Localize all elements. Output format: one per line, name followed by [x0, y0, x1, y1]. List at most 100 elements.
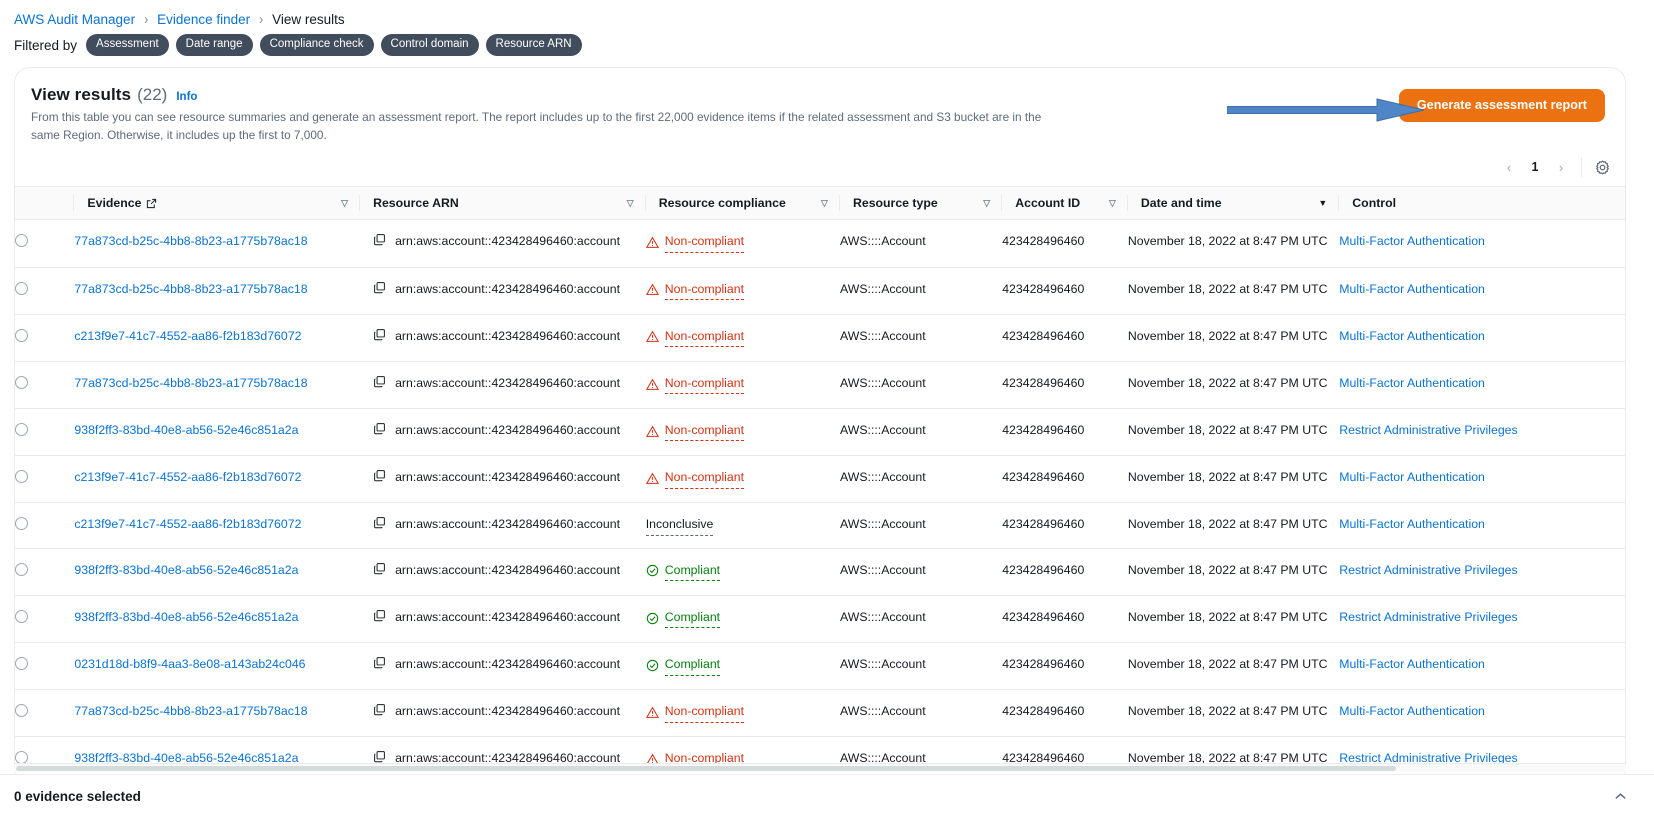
control-link[interactable]: Multi-Factor Authentication: [1339, 704, 1485, 718]
sort-caret-account-id[interactable]: ▽: [1109, 198, 1122, 209]
row-radio[interactable]: [15, 234, 28, 248]
status-badge: Non-compliant: [645, 702, 745, 723]
table-row[interactable]: c213f9e7-41c7-4552-aa86-f2b183d76072 arn:…: [15, 455, 1625, 504]
control-link[interactable]: Multi-Factor Authentication: [1339, 517, 1485, 531]
generate-assessment-report-button[interactable]: Generate assessment report: [1398, 89, 1605, 122]
row-select-cell: [15, 642, 75, 691]
filter-pill-assessment[interactable]: Assessment: [86, 34, 169, 56]
table-row[interactable]: c213f9e7-41c7-4552-aa86-f2b183d76072 arn:…: [15, 502, 1625, 549]
control-link[interactable]: Restrict Administrative Privileges: [1339, 423, 1517, 437]
page-root: AWS Audit Manager › Evidence finder › Vi…: [0, 0, 1654, 818]
column-header-date-and-time[interactable]: Date and time ▼: [1127, 187, 1340, 221]
breadcrumb-item-evidence-finder[interactable]: Evidence finder: [157, 12, 250, 27]
evidence-cell: c213f9e7-41c7-4552-aa86-f2b183d76072: [74, 455, 361, 504]
column-header-account-id[interactable]: Account ID ▽: [1002, 187, 1128, 221]
results-table: Evidence ▽ Resource ARN ▽ Resource compl…: [15, 187, 1625, 785]
evidence-link[interactable]: 0231d18d-b8f9-4aa3-8e08-a143ab24c046: [74, 657, 305, 671]
table-row[interactable]: 77a873cd-b25c-4bb8-8b23-a1775b78ac18 arn:…: [15, 219, 1625, 268]
row-radio[interactable]: [15, 657, 28, 671]
sort-caret-resource-arn[interactable]: ▽: [627, 198, 640, 209]
row-radio[interactable]: [15, 328, 28, 342]
table-row[interactable]: 938f2ff3-83bd-40e8-ab56-52e46c851a2a arn:…: [15, 408, 1625, 457]
evidence-link[interactable]: c213f9e7-41c7-4552-aa86-f2b183d76072: [74, 329, 301, 343]
column-header-resource-type-label: Resource type: [852, 196, 938, 211]
copy-icon[interactable]: [373, 703, 386, 716]
scrollbar-thumb[interactable]: [16, 766, 1396, 771]
evidence-link[interactable]: 938f2ff3-83bd-40e8-ab56-52e46c851a2a: [74, 610, 298, 624]
row-radio[interactable]: [15, 704, 28, 718]
pagination: ‹ 1 ›: [15, 154, 1625, 186]
filter-pill-control-domain[interactable]: Control domain: [380, 34, 479, 56]
date-and-time-cell: November 18, 2022 at 8:47 PM UTC: [1127, 267, 1340, 315]
resource-arn-text: arn:aws:account::423428496460:account: [395, 517, 620, 532]
horizontal-scrollbar[interactable]: [14, 763, 1626, 772]
filter-pill-date-range[interactable]: Date range: [175, 34, 253, 56]
control-link[interactable]: Multi-Factor Authentication: [1339, 234, 1485, 248]
resource-arn-text: arn:aws:account::423428496460:account: [395, 562, 620, 577]
evidence-link[interactable]: 77a873cd-b25c-4bb8-8b23-a1775b78ac18: [74, 282, 307, 296]
sort-caret-resource-type[interactable]: ▽: [983, 198, 996, 209]
control-link[interactable]: Multi-Factor Authentication: [1339, 470, 1485, 484]
column-header-control[interactable]: Control: [1339, 187, 1625, 221]
filter-pill-compliance-check[interactable]: Compliance check: [259, 34, 374, 56]
gear-icon[interactable]: [1589, 154, 1615, 180]
pagination-page-1[interactable]: 1: [1522, 154, 1548, 180]
resource-arn-cell: arn:aws:account::423428496460:account: [360, 314, 646, 362]
pagination-prev-button[interactable]: ‹: [1496, 154, 1522, 180]
pagination-next-button[interactable]: ›: [1548, 154, 1574, 180]
column-header-resource-type[interactable]: Resource type ▽: [839, 187, 1003, 221]
table-row[interactable]: 938f2ff3-83bd-40e8-ab56-52e46c851a2a arn:…: [15, 595, 1625, 644]
control-link[interactable]: Multi-Factor Authentication: [1339, 329, 1485, 343]
sort-caret-evidence[interactable]: ▽: [341, 198, 354, 209]
account-id-cell: 423428496460: [1002, 548, 1128, 596]
table-row[interactable]: 77a873cd-b25c-4bb8-8b23-a1775b78ac18 arn:…: [15, 361, 1625, 410]
evidence-link[interactable]: 938f2ff3-83bd-40e8-ab56-52e46c851a2a: [74, 423, 298, 437]
table-row[interactable]: c213f9e7-41c7-4552-aa86-f2b183d76072 arn:…: [15, 314, 1625, 362]
evidence-link[interactable]: 77a873cd-b25c-4bb8-8b23-a1775b78ac18: [74, 234, 307, 248]
info-link[interactable]: Info: [176, 91, 197, 103]
row-radio[interactable]: [15, 562, 28, 576]
column-header-resource-compliance[interactable]: Resource compliance ▽: [645, 187, 840, 221]
sort-caret-resource-compliance[interactable]: ▽: [821, 198, 834, 209]
status-badge: Inconclusive: [645, 515, 714, 536]
copy-icon[interactable]: [373, 281, 386, 294]
evidence-link[interactable]: 938f2ff3-83bd-40e8-ab56-52e46c851a2a: [74, 563, 298, 577]
copy-icon[interactable]: [373, 516, 386, 529]
control-link[interactable]: Multi-Factor Authentication: [1339, 657, 1485, 671]
copy-icon[interactable]: [373, 328, 386, 341]
row-radio[interactable]: [15, 423, 28, 436]
row-radio[interactable]: [15, 609, 28, 623]
breadcrumb-item-aws-audit-manager[interactable]: AWS Audit Manager: [14, 12, 135, 27]
copy-icon[interactable]: [373, 233, 386, 246]
copy-icon[interactable]: [373, 422, 386, 435]
copy-icon[interactable]: [373, 750, 386, 763]
filter-pill-resource-arn[interactable]: Resource ARN: [485, 34, 582, 56]
copy-icon[interactable]: [373, 562, 386, 575]
row-radio[interactable]: [15, 517, 28, 531]
table-row[interactable]: 938f2ff3-83bd-40e8-ab56-52e46c851a2a arn:…: [15, 548, 1625, 596]
evidence-link[interactable]: 77a873cd-b25c-4bb8-8b23-a1775b78ac18: [74, 704, 307, 718]
row-radio[interactable]: [15, 281, 28, 295]
copy-icon[interactable]: [373, 609, 386, 622]
control-link[interactable]: Multi-Factor Authentication: [1339, 282, 1485, 296]
evidence-link[interactable]: 77a873cd-b25c-4bb8-8b23-a1775b78ac18: [74, 376, 307, 390]
control-link[interactable]: Restrict Administrative Privileges: [1339, 563, 1517, 577]
column-header-evidence[interactable]: Evidence ▽: [74, 187, 361, 221]
column-header-resource-arn[interactable]: Resource ARN ▽: [360, 187, 646, 221]
table-row[interactable]: 0231d18d-b8f9-4aa3-8e08-a143ab24c046 arn:…: [15, 642, 1625, 691]
table-row[interactable]: 77a873cd-b25c-4bb8-8b23-a1775b78ac18 arn:…: [15, 689, 1625, 738]
table-head: Evidence ▽ Resource ARN ▽ Resource compl…: [15, 187, 1625, 221]
sort-caret-date-and-time[interactable]: ▼: [1318, 198, 1333, 208]
evidence-link[interactable]: c213f9e7-41c7-4552-aa86-f2b183d76072: [74, 470, 301, 484]
control-link[interactable]: Restrict Administrative Privileges: [1339, 610, 1517, 624]
table-row[interactable]: 77a873cd-b25c-4bb8-8b23-a1775b78ac18 arn:…: [15, 267, 1625, 315]
control-link[interactable]: Multi-Factor Authentication: [1339, 376, 1485, 390]
copy-icon[interactable]: [373, 469, 386, 482]
copy-icon[interactable]: [373, 375, 386, 388]
row-radio[interactable]: [15, 470, 28, 484]
chevron-up-icon[interactable]: [1608, 785, 1632, 809]
row-radio[interactable]: [15, 375, 28, 389]
evidence-link[interactable]: c213f9e7-41c7-4552-aa86-f2b183d76072: [74, 517, 301, 531]
check-circle-icon: [646, 659, 658, 672]
copy-icon[interactable]: [373, 656, 386, 669]
